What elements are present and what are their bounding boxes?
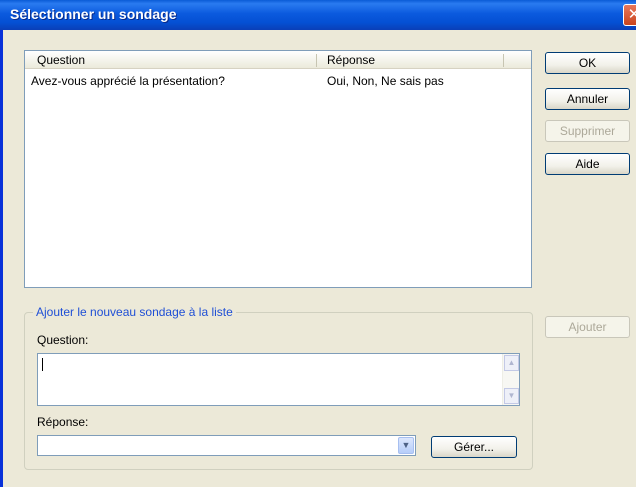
column-divider[interactable] [316,54,317,67]
scroll-down-icon[interactable]: ▼ [504,388,519,404]
list-item-response: Oui, Non, Ne sais pas [327,74,444,88]
help-button[interactable]: Aide [545,153,630,175]
survey-dialog: Sélectionner un sondage ✕ Question Répon… [0,0,636,487]
delete-button[interactable]: Supprimer [545,120,630,142]
group-legend: Ajouter le nouveau sondage à la liste [33,305,236,319]
add-button[interactable]: Ajouter [545,316,630,338]
list-item[interactable]: Avez-vous apprécié la présentation? Oui,… [25,73,531,89]
manage-button[interactable]: Gérer... [431,436,517,458]
cancel-button[interactable]: Annuler [545,88,630,110]
title-bar[interactable]: Sélectionner un sondage ✕ [0,0,636,30]
response-combobox[interactable]: ▼ [37,435,416,456]
close-icon: ✕ [627,6,636,23]
question-label: Question: [37,333,89,347]
list-header: Question Réponse [25,51,531,69]
close-button[interactable]: ✕ [623,4,636,26]
column-header-response[interactable]: Réponse [321,51,501,69]
response-label: Réponse: [37,415,89,429]
column-header-question[interactable]: Question [31,51,311,69]
chevron-down-icon[interactable]: ▼ [398,437,414,454]
column-divider[interactable] [503,54,504,67]
ok-button[interactable]: OK [545,52,630,74]
question-input[interactable]: ▲ ▼ [37,353,520,406]
text-caret [42,358,43,371]
list-item-question: Avez-vous apprécié la présentation? [31,74,225,88]
window-title: Sélectionner un sondage [10,6,177,22]
new-survey-group: Ajouter le nouveau sondage à la liste Qu… [24,305,533,470]
question-scrollbar[interactable]: ▲ ▼ [502,354,519,405]
survey-list[interactable]: Question Réponse Avez-vous apprécié la p… [24,50,532,288]
scroll-up-icon[interactable]: ▲ [504,355,519,371]
